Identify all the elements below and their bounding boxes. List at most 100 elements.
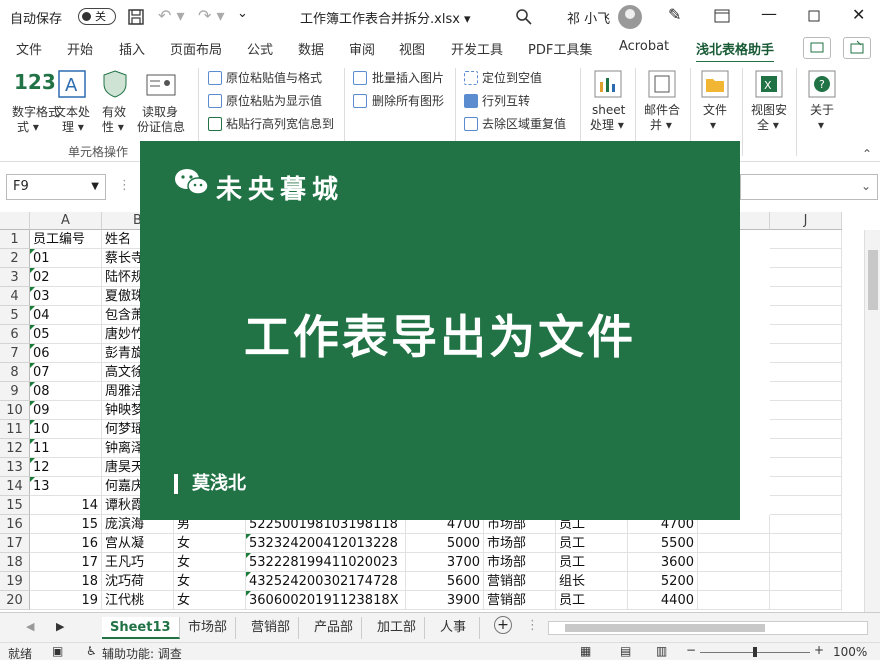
- mail-merge-button[interactable]: 邮件合: [644, 102, 680, 118]
- cell-h[interactable]: 3600: [628, 553, 698, 572]
- tab-view[interactable]: 视图: [399, 39, 425, 58]
- tab-developer[interactable]: 开发工具: [451, 39, 503, 58]
- cell-j[interactable]: [770, 458, 842, 477]
- cell-a[interactable]: 02: [30, 268, 102, 287]
- cell-j[interactable]: [770, 553, 842, 572]
- ribbon-display-icon[interactable]: [714, 9, 730, 23]
- macro-record-icon[interactable]: ▣: [52, 644, 63, 658]
- cell-b[interactable]: 江代桃: [102, 591, 174, 610]
- row-header[interactable]: 14: [0, 477, 30, 496]
- cell-j[interactable]: [770, 439, 842, 458]
- share-button[interactable]: [843, 37, 871, 59]
- cell-j[interactable]: [770, 363, 842, 382]
- add-sheet-button[interactable]: +: [494, 616, 512, 634]
- cell-a[interactable]: 05: [30, 325, 102, 344]
- cell-j[interactable]: [770, 325, 842, 344]
- cell-g[interactable]: 员工: [556, 591, 628, 610]
- cell-j[interactable]: [770, 306, 842, 325]
- cell-a[interactable]: 14: [30, 496, 102, 515]
- search-icon[interactable]: [515, 8, 533, 26]
- zoom-level[interactable]: 100%: [833, 645, 867, 659]
- cell-j[interactable]: [770, 401, 842, 420]
- avatar[interactable]: [618, 5, 642, 29]
- row-header[interactable]: 8: [0, 363, 30, 382]
- sheet-tab-sales[interactable]: 营销部: [243, 617, 300, 639]
- row-header[interactable]: 7: [0, 344, 30, 363]
- cell-a[interactable]: 员工编号: [30, 230, 102, 249]
- paste-value-format-button[interactable]: 原位粘贴值与格式: [226, 70, 322, 86]
- column-header-j[interactable]: J: [770, 212, 842, 230]
- cell-d[interactable]: 532324200412013228: [246, 534, 406, 553]
- cell-h[interactable]: 5200: [628, 572, 698, 591]
- locate-empty-button[interactable]: 定位到空值: [482, 70, 542, 86]
- delete-all-shapes-button[interactable]: 删除所有图形: [372, 93, 444, 109]
- comments-button[interactable]: [803, 37, 831, 59]
- zoom-out-icon[interactable]: −: [686, 643, 696, 657]
- tab-review[interactable]: 审阅: [349, 39, 375, 58]
- scroll-sheets-left-icon[interactable]: ◀: [26, 620, 34, 633]
- row-header[interactable]: 2: [0, 249, 30, 268]
- row-header[interactable]: 15: [0, 496, 30, 515]
- row-header[interactable]: 10: [0, 401, 30, 420]
- row-header[interactable]: 5: [0, 306, 30, 325]
- cell-e[interactable]: 3700: [406, 553, 484, 572]
- cell-i[interactable]: [698, 572, 770, 591]
- normal-view-icon[interactable]: ▦: [580, 644, 591, 658]
- h-scroll-thumb[interactable]: [565, 624, 765, 632]
- customize-qat-icon[interactable]: ⌄: [237, 6, 248, 21]
- document-title[interactable]: 工作簿工作表合并拆分.xlsx ▾: [300, 8, 471, 27]
- row-header[interactable]: 4: [0, 287, 30, 306]
- cell-j[interactable]: [770, 344, 842, 363]
- zoom-slider-thumb[interactable]: [753, 647, 757, 657]
- cell-e[interactable]: 5600: [406, 572, 484, 591]
- cell-j[interactable]: [770, 515, 842, 534]
- cell-f[interactable]: 市场部: [484, 534, 556, 553]
- column-header-a[interactable]: A: [30, 212, 102, 230]
- maximize-icon[interactable]: [808, 10, 820, 22]
- tab-page-layout[interactable]: 页面布局: [170, 39, 222, 58]
- number-format-button[interactable]: 数字格式: [12, 104, 60, 120]
- cell-a[interactable]: 03: [30, 287, 102, 306]
- scroll-thumb[interactable]: [868, 250, 878, 310]
- row-header[interactable]: 3: [0, 268, 30, 287]
- cell-i[interactable]: [698, 553, 770, 572]
- sheet-process-dropdown[interactable]: 处理 ▾: [590, 117, 624, 133]
- row-header[interactable]: 1: [0, 230, 30, 249]
- cell-i[interactable]: [698, 534, 770, 553]
- tab-formulas[interactable]: 公式: [247, 39, 273, 58]
- autosave-toggle[interactable]: 关: [78, 8, 116, 25]
- tab-data[interactable]: 数据: [298, 39, 324, 58]
- cell-a[interactable]: 09: [30, 401, 102, 420]
- tab-qianbei-helper[interactable]: 浅北表格助手: [696, 39, 775, 64]
- cell-j[interactable]: [770, 268, 842, 287]
- row-header[interactable]: 13: [0, 458, 30, 477]
- collapse-ribbon-icon[interactable]: ⌃: [862, 146, 872, 162]
- cell-h[interactable]: 4400: [628, 591, 698, 610]
- cell-a[interactable]: 15: [30, 515, 102, 534]
- minimize-icon[interactable]: —: [761, 4, 777, 23]
- cell-a[interactable]: 01: [30, 249, 102, 268]
- view-security-button[interactable]: 视图安: [751, 102, 787, 118]
- cell-a[interactable]: 17: [30, 553, 102, 572]
- cell-a[interactable]: 19: [30, 591, 102, 610]
- formula-input[interactable]: ⌄: [740, 174, 878, 200]
- row-header[interactable]: 9: [0, 382, 30, 401]
- scroll-sheets-right-icon[interactable]: ▶: [56, 620, 64, 633]
- cell-h[interactable]: 5500: [628, 534, 698, 553]
- text-process-dropdown[interactable]: 理 ▾: [62, 119, 84, 135]
- zoom-in-icon[interactable]: +: [814, 643, 824, 657]
- cell-a[interactable]: 12: [30, 458, 102, 477]
- cell-g[interactable]: 员工: [556, 553, 628, 572]
- vertical-scrollbar[interactable]: [864, 230, 880, 612]
- cell-j[interactable]: [770, 572, 842, 591]
- tab-home[interactable]: 开始: [67, 39, 93, 58]
- cell-e[interactable]: 3900: [406, 591, 484, 610]
- cell-a[interactable]: 11: [30, 439, 102, 458]
- cell-a[interactable]: 06: [30, 344, 102, 363]
- cell-d[interactable]: 532228199411020023: [246, 553, 406, 572]
- sheet-tab-hr[interactable]: 人事: [432, 617, 480, 639]
- batch-insert-images-button[interactable]: 批量插入图片: [372, 70, 444, 86]
- sheet-tab-sheet13[interactable]: Sheet13: [102, 617, 180, 639]
- cell-j[interactable]: [770, 496, 842, 515]
- cell-c[interactable]: 女: [174, 572, 246, 591]
